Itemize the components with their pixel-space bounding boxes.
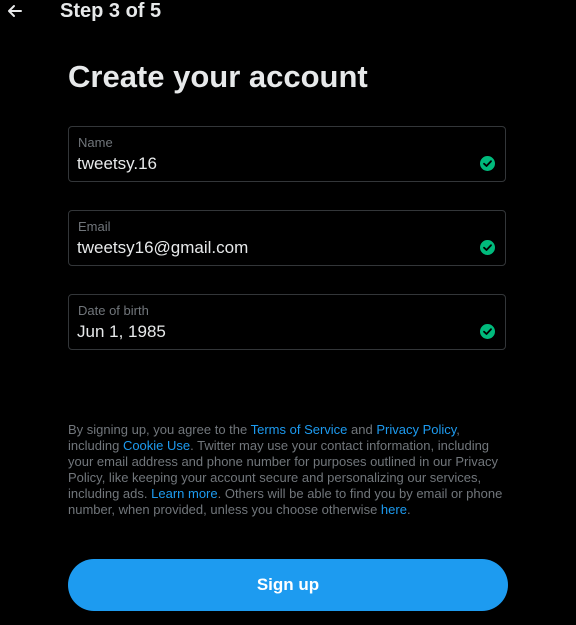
here-link[interactable]: here bbox=[381, 502, 407, 517]
email-input[interactable] bbox=[77, 237, 467, 259]
signup-step-3-page: Step 3 of 5 Create your account Name Ema… bbox=[0, 0, 576, 625]
check-circle-icon bbox=[480, 324, 495, 339]
legal-disclaimer: By signing up, you agree to the Terms of… bbox=[68, 422, 512, 518]
sign-up-button[interactable]: Sign up bbox=[68, 559, 508, 611]
name-field[interactable]: Name bbox=[68, 126, 506, 182]
email-field-label: Email bbox=[78, 219, 111, 234]
legal-text: . bbox=[406, 502, 411, 517]
privacy-policy-link[interactable]: Privacy Policy bbox=[376, 422, 456, 437]
learn-more-link[interactable]: Learn more bbox=[151, 486, 217, 501]
legal-text: and bbox=[347, 422, 377, 437]
check-circle-icon bbox=[480, 240, 495, 255]
check-circle-icon bbox=[480, 156, 495, 171]
back-button[interactable] bbox=[4, 0, 26, 22]
legal-text: By signing up, you agree to the bbox=[68, 422, 251, 437]
step-indicator: Step 3 of 5 bbox=[60, 0, 162, 22]
header: Step 3 of 5 bbox=[0, 0, 576, 24]
date-of-birth-field-label: Date of birth bbox=[78, 303, 149, 318]
email-field[interactable]: Email bbox=[68, 210, 506, 266]
arrow-left-icon bbox=[4, 0, 26, 22]
terms-of-service-link[interactable]: Terms of Service bbox=[251, 422, 348, 437]
cookie-use-link[interactable]: Cookie Use bbox=[123, 438, 190, 453]
name-input[interactable] bbox=[77, 153, 467, 175]
page-title: Create your account bbox=[68, 59, 368, 94]
name-field-label: Name bbox=[78, 135, 113, 150]
date-of-birth-input[interactable] bbox=[77, 321, 467, 343]
date-of-birth-field[interactable]: Date of birth bbox=[68, 294, 506, 350]
